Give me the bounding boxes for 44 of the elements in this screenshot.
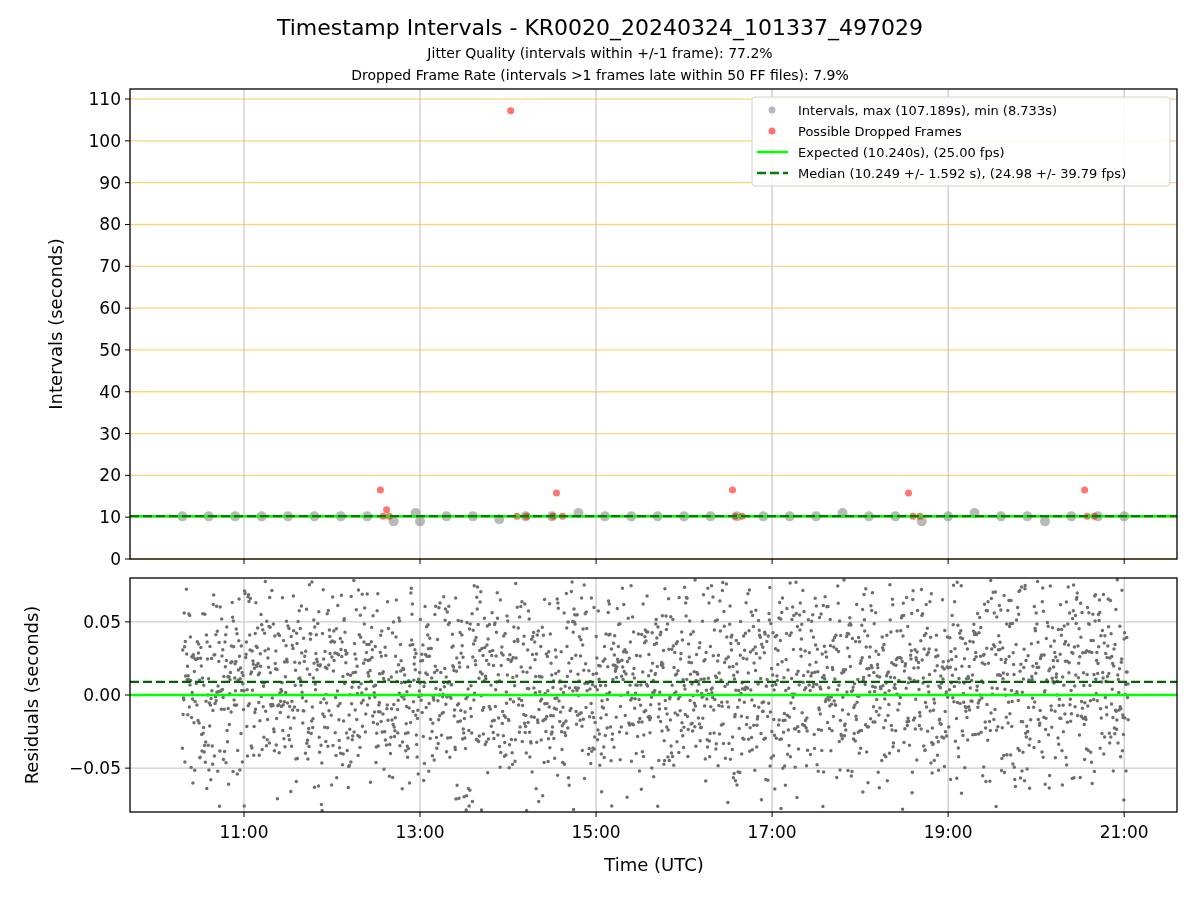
chart-subtitle: Jitter Quality (intervals within +/-1 frame): 77.2%: [427, 44, 773, 63]
y-tick-label: 110: [88, 89, 121, 110]
legend-label: Possible Dropped Frames: [798, 124, 962, 139]
x-tick-label: 17:00: [747, 822, 797, 842]
y-axis-label: Residuals (seconds): [21, 605, 42, 785]
legend-label: Median (10.249 +/- 1.592 s), (24.98 +/- 39.79 fps): [798, 166, 1127, 181]
legend-dot-icon: [768, 106, 776, 114]
y-tick-label: 100: [88, 130, 121, 151]
point: [1081, 486, 1089, 494]
point: [1039, 516, 1050, 527]
point: [552, 489, 560, 497]
y-tick-label: 50: [99, 339, 121, 360]
point: [729, 486, 736, 494]
y-tick-label: 0: [110, 549, 121, 569]
legend-label: Expected (10.240s), (25.00 fps): [798, 145, 1005, 160]
x-axis-label: Time (UTC): [604, 854, 704, 875]
point: [507, 107, 515, 115]
chart-subtitle: Dropped Frame Rate (intervals >1 frames late within 50 FF files): 7.9%: [351, 66, 849, 85]
y-tick-label: 30: [99, 423, 121, 444]
point: [415, 516, 426, 527]
legend-line-icon: [757, 150, 788, 154]
y-tick-label: 70: [99, 256, 121, 277]
legend-dot-icon: [768, 127, 776, 135]
y-axis-label: Intervals (seconds): [45, 238, 66, 410]
y-tick-label: 80: [99, 214, 121, 235]
point: [383, 506, 391, 514]
legend-dash-icon: [757, 171, 788, 175]
x-tick-label: 13:00: [395, 822, 445, 842]
y-tick-label: 60: [99, 298, 121, 319]
x-tick-label: 21:00: [1099, 822, 1149, 842]
y-tick-label: 40: [99, 381, 121, 402]
chart-title: Timestamp Intervals - KR0020_20240324_101337_497029: [276, 14, 924, 42]
y-tick-label: 0.00: [83, 685, 121, 705]
y-tick-label: 0.05: [83, 611, 121, 632]
y-tick-label: 10: [99, 507, 121, 528]
y-tick-label: 20: [99, 465, 121, 486]
point: [905, 489, 913, 497]
x-tick-label: 19:00: [923, 822, 973, 842]
legend-label: Intervals, max (107.189s), min (8.733s): [798, 103, 1057, 118]
y-tick-label: −0.05: [68, 758, 121, 779]
x-tick-label: 15:00: [571, 822, 621, 842]
point: [376, 486, 384, 494]
x-tick-label: 11:00: [219, 822, 269, 842]
y-tick-label: 90: [99, 172, 121, 193]
